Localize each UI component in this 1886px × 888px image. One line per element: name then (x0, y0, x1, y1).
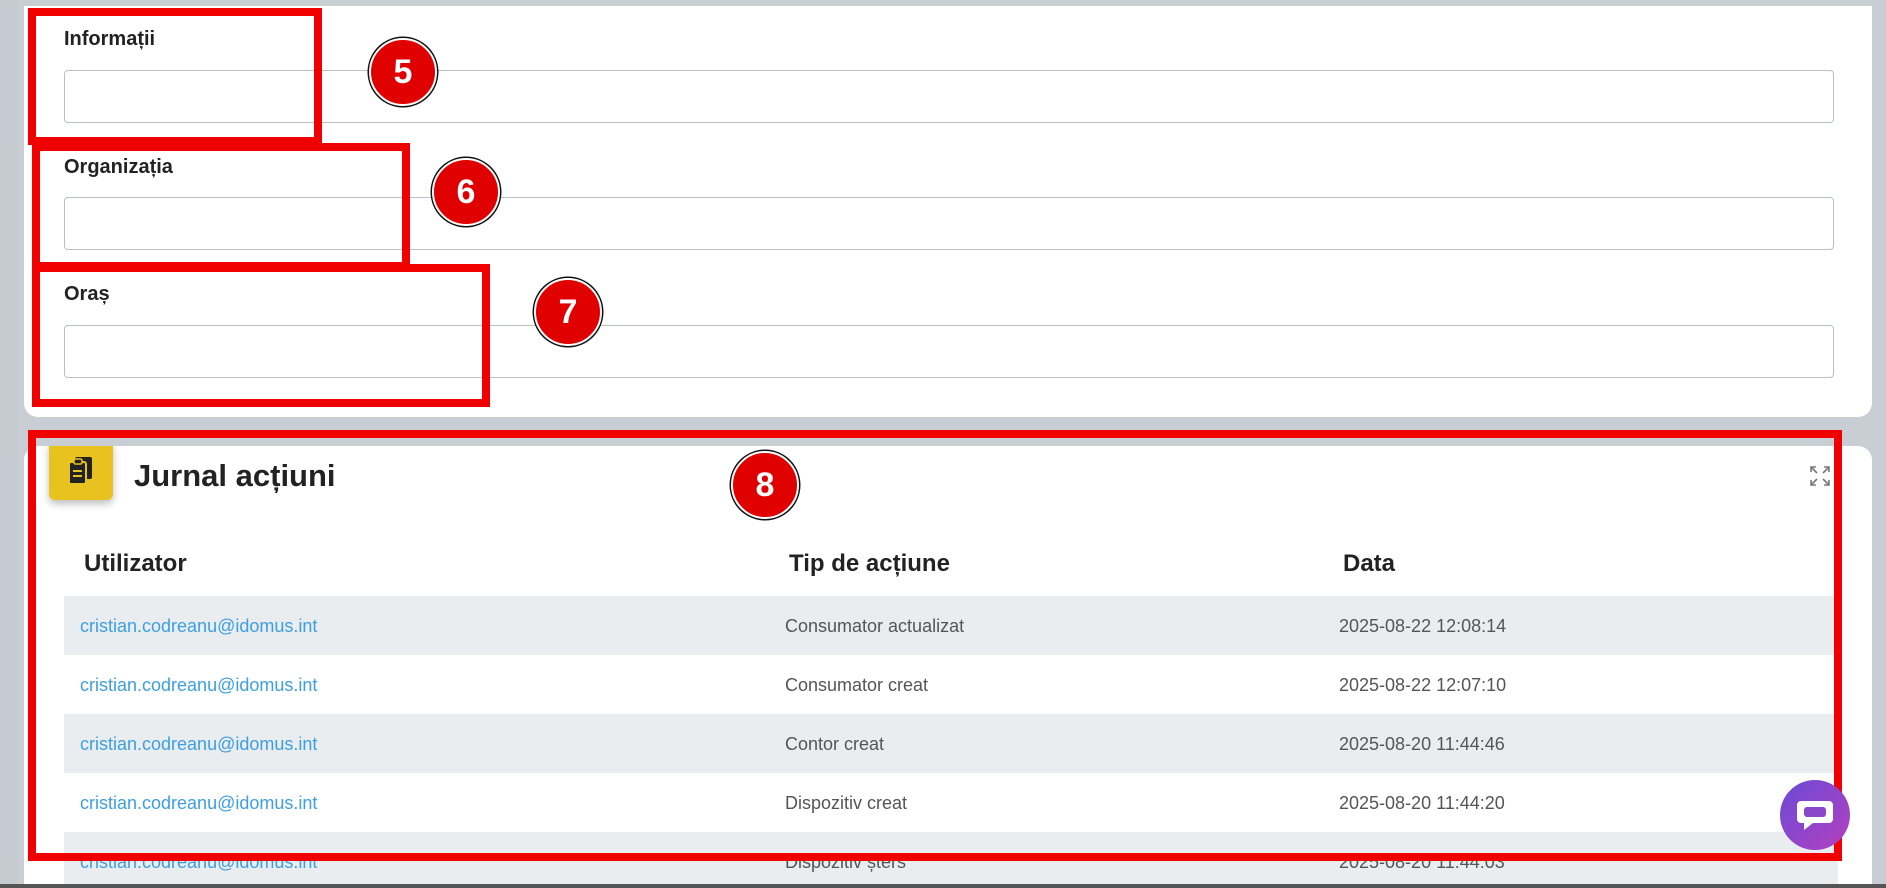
highlight-box-5 (28, 8, 322, 145)
informatii-input[interactable] (64, 70, 1834, 123)
annotation-marker-7: 7 (534, 278, 602, 346)
chat-icon[interactable] (1780, 780, 1850, 850)
highlight-box-7 (32, 264, 490, 407)
annotation-marker-6: 6 (432, 158, 500, 226)
highlight-box-8 (28, 430, 1842, 861)
annotation-marker-8: 8 (731, 451, 799, 519)
highlight-box-6 (32, 143, 410, 270)
annotation-marker-5: 5 (369, 38, 437, 106)
bottom-edge (0, 884, 1886, 888)
page-left-edge (0, 0, 18, 888)
